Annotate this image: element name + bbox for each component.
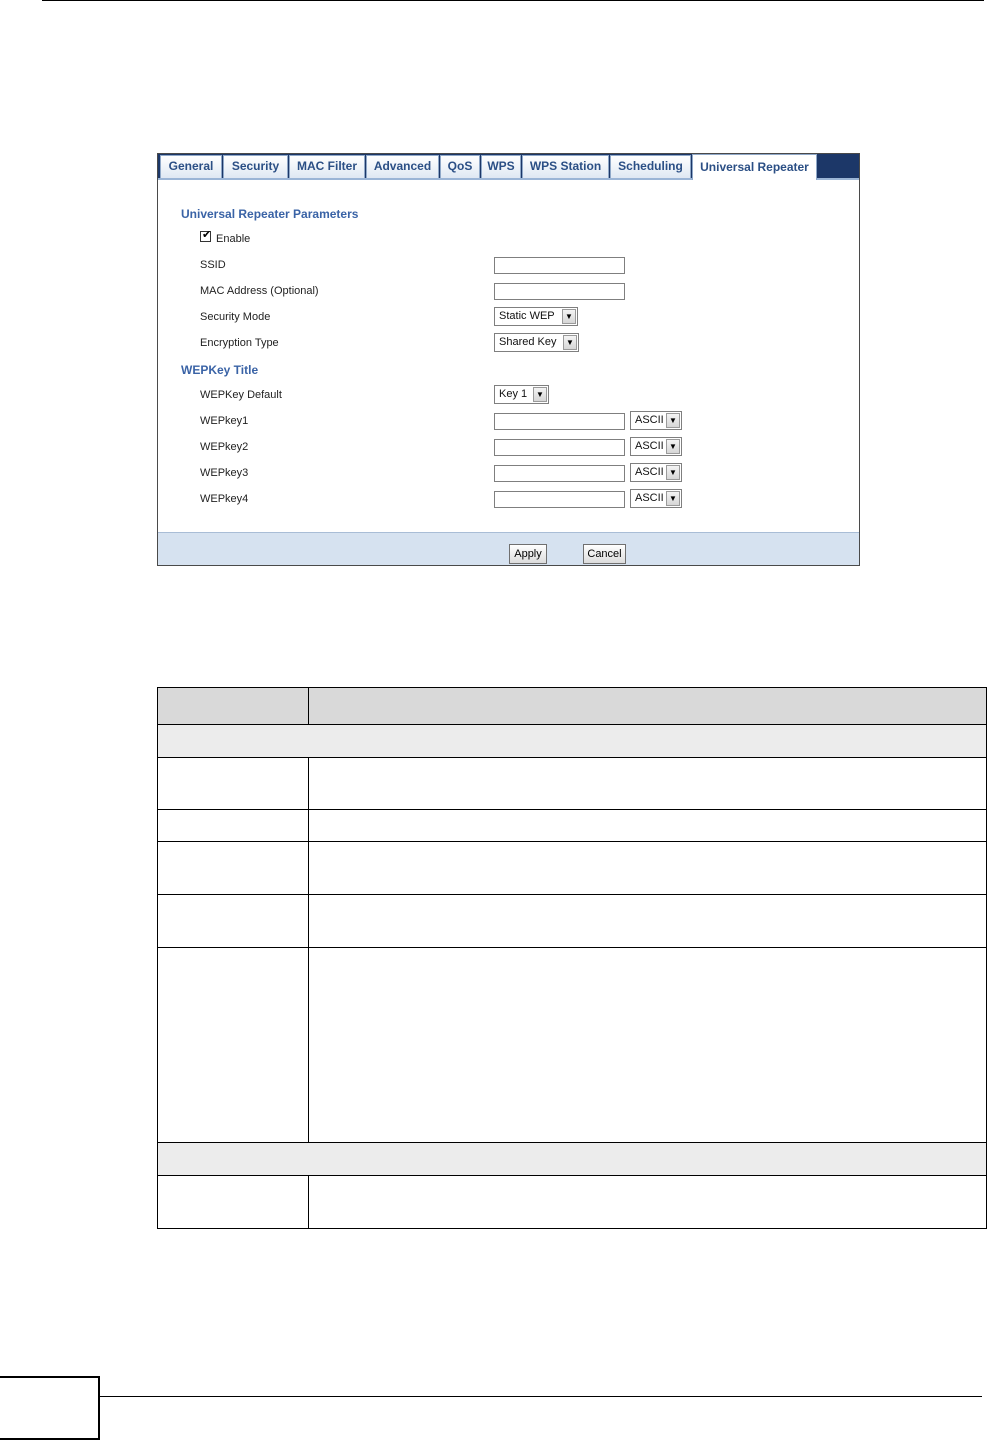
- table-section-row: [157, 724, 987, 758]
- checkmark-icon: ✔: [202, 229, 212, 241]
- table-cell: [308, 1175, 987, 1229]
- table-section-row: [157, 1142, 987, 1176]
- ssid-label: SSID: [200, 259, 226, 271]
- wepkey4-format-select[interactable]: ASCII ▼: [630, 489, 682, 508]
- tab-mac-filter[interactable]: MAC Filter: [289, 155, 365, 178]
- table-cell: [157, 1142, 987, 1176]
- tab-advanced[interactable]: Advanced: [366, 155, 439, 178]
- table-row: [157, 894, 987, 948]
- table-cell: [157, 1175, 309, 1229]
- chevron-down-icon: ▼: [666, 413, 680, 428]
- table-header-cell: [308, 687, 987, 725]
- page-number-box: [0, 1376, 100, 1440]
- table-cell: [157, 724, 987, 758]
- table-cell: [157, 809, 309, 842]
- table-row: [157, 841, 987, 895]
- field-description-table: [157, 687, 987, 1229]
- tab-bar: General Security MAC Filter Advanced QoS…: [158, 154, 859, 180]
- table-cell: [157, 894, 309, 948]
- table-header-row: [157, 687, 987, 725]
- ssid-input[interactable]: [494, 257, 625, 274]
- wepkey2-format-select[interactable]: ASCII ▼: [630, 437, 682, 456]
- table-cell: [157, 841, 309, 895]
- wepkey2-input[interactable]: [494, 439, 625, 456]
- table-cell: [308, 757, 987, 810]
- table-cell: [308, 809, 987, 842]
- enable-label: Enable: [216, 233, 251, 245]
- universal-repeater-panel: General Security MAC Filter Advanced QoS…: [157, 153, 860, 566]
- encryption-type-label: Encryption Type: [200, 337, 279, 349]
- chevron-down-icon: ▼: [563, 335, 577, 350]
- wepkey4-input[interactable]: [494, 491, 625, 508]
- header-rule: [42, 0, 984, 1]
- table-cell: [308, 841, 987, 895]
- table-cell: [157, 757, 309, 810]
- wepkey1-format-select[interactable]: ASCII ▼: [630, 411, 682, 430]
- wepkey4-label: WEPkey4: [200, 493, 249, 505]
- wepkey3-input[interactable]: [494, 465, 625, 482]
- section-title-universal-repeater-parameters: Universal Repeater Parameters: [181, 207, 359, 221]
- wepkey1-label: WEPkey1: [200, 415, 249, 427]
- tab-security[interactable]: Security: [223, 155, 288, 178]
- table-row: [157, 809, 987, 842]
- tab-general[interactable]: General: [160, 155, 222, 178]
- section-title-wepkey: WEPKey Title: [181, 363, 259, 377]
- table-header-cell: [157, 687, 309, 725]
- tab-scheduling[interactable]: Scheduling: [610, 155, 691, 178]
- wepkey-default-label: WEPKey Default: [200, 389, 282, 401]
- wepkey-default-value: Key 1: [499, 388, 528, 400]
- wepkey3-format-value: ASCII: [635, 466, 664, 478]
- tab-universal-repeater[interactable]: Universal Repeater: [692, 154, 817, 180]
- security-mode-select[interactable]: Static WEP ▼: [494, 307, 578, 326]
- encryption-type-value: Shared Key: [499, 336, 557, 348]
- table-row: [157, 1175, 987, 1229]
- chevron-down-icon: ▼: [666, 465, 680, 480]
- wepkey3-label: WEPkey3: [200, 467, 249, 479]
- table-cell: [157, 947, 309, 1143]
- tab-wps[interactable]: WPS: [481, 155, 521, 178]
- cancel-button[interactable]: Cancel: [583, 544, 626, 564]
- apply-button[interactable]: Apply: [509, 544, 547, 564]
- enable-checkbox[interactable]: ✔: [200, 229, 212, 242]
- table-row: [157, 757, 987, 810]
- table-cell: [308, 894, 987, 948]
- chevron-down-icon: ▼: [533, 387, 547, 402]
- wepkey2-format-value: ASCII: [635, 440, 664, 452]
- wepkey2-label: WEPkey2: [200, 441, 249, 453]
- chevron-down-icon: ▼: [666, 439, 680, 454]
- chevron-down-icon: ▼: [562, 309, 576, 324]
- wepkey3-format-select[interactable]: ASCII ▼: [630, 463, 682, 482]
- mac-address-input[interactable]: [494, 283, 625, 300]
- security-mode-label: Security Mode: [200, 311, 271, 323]
- tab-qos[interactable]: QoS: [440, 155, 480, 178]
- tab-wps-station[interactable]: WPS Station: [522, 155, 609, 178]
- wepkey1-input[interactable]: [494, 413, 625, 430]
- wepkey4-format-value: ASCII: [635, 492, 664, 504]
- security-mode-value: Static WEP: [499, 310, 555, 322]
- chevron-down-icon: ▼: [666, 491, 680, 506]
- footer-rule: [100, 1396, 982, 1397]
- table-row: [157, 947, 987, 1143]
- table-cell: [308, 947, 987, 1143]
- button-bar: Apply Cancel: [158, 532, 859, 565]
- mac-address-label: MAC Address (Optional): [200, 285, 319, 297]
- encryption-type-select[interactable]: Shared Key ▼: [494, 333, 579, 352]
- wepkey-default-select[interactable]: Key 1 ▼: [494, 385, 549, 404]
- wepkey1-format-value: ASCII: [635, 414, 664, 426]
